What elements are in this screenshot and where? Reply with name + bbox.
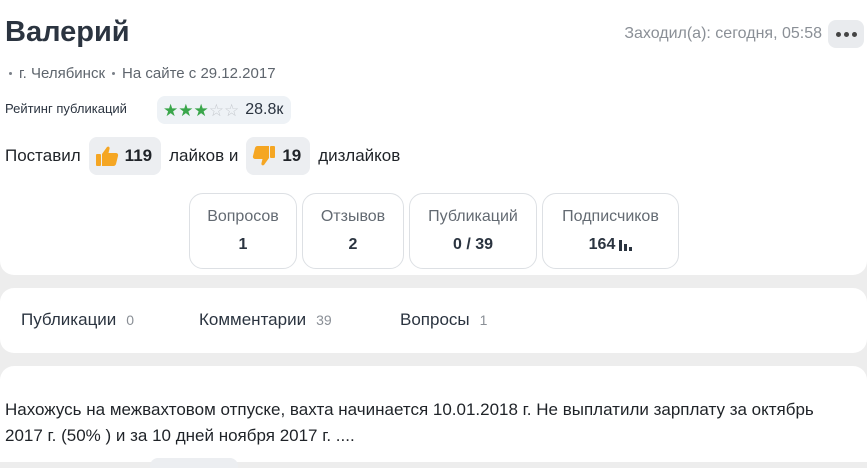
post-tag-chip[interactable]: [150, 458, 238, 468]
stat-value-wrap: 164: [589, 236, 633, 254]
likes-count: 119: [124, 146, 153, 165]
tab-comments[interactable]: Комментарии 39: [199, 310, 332, 330]
profile-stats: Вопросов 1 Отзывов 2 Публикаций 0 / 39 П…: [189, 193, 679, 269]
dislikes-badge[interactable]: 19: [246, 137, 311, 175]
more-dot-icon: [835, 31, 841, 37]
likes-badge[interactable]: 119: [88, 137, 162, 175]
tab-label: Публикации: [21, 310, 117, 329]
bullet-icon: [112, 72, 116, 75]
stat-publications[interactable]: Публикаций 0 / 39: [409, 193, 537, 269]
profile-name: Валерий: [5, 16, 130, 48]
post-card: Нахожусь на межвахтовом отпуске, вахта н…: [0, 366, 867, 468]
rating-stars: ★ ★ ★ ☆ ☆: [163, 102, 239, 119]
likes-middle: лайков и: [169, 146, 239, 165]
profile-tabs: Публикации 0 Комментарии 39 Вопросы 1: [0, 288, 867, 353]
rating-label: Рейтинг публикаций: [5, 101, 127, 116]
stat-value: 164: [588, 236, 616, 253]
city-text: г. Челябинск: [19, 65, 106, 82]
stat-label: Подписчиков: [562, 208, 659, 225]
last-seen-text: Заходил(а): сегодня, 05:58: [624, 25, 822, 42]
thumbs-up-icon: [95, 146, 118, 166]
star-empty-icon: ☆: [224, 100, 240, 120]
stat-subscribers[interactable]: Подписчиков 164: [542, 193, 679, 269]
stat-questions[interactable]: Вопросов 1: [189, 193, 297, 269]
bullet-icon: [9, 72, 12, 75]
stat-label: Отзывов: [320, 208, 386, 225]
profile-meta: г. Челябинск На сайте с 29.12.2017: [9, 65, 276, 82]
rating-value: 28.8к: [245, 101, 284, 118]
more-dot-icon: [843, 31, 849, 37]
tab-label: Комментарии: [199, 310, 307, 329]
thumbs-down-icon: [253, 146, 276, 166]
profile-card: Валерий Заходил(а): сегодня, 05:58 г. Че…: [0, 0, 867, 275]
member-since-text: На сайте с 29.12.2017: [122, 65, 276, 82]
likes-summary: Поставил 119 лайков и 19 дизлайков: [5, 137, 400, 175]
star-empty-icon: ☆: [208, 100, 224, 120]
bar-chart-icon: [619, 240, 633, 251]
stat-label: Публикаций: [428, 208, 518, 225]
tab-count: 0: [126, 312, 135, 328]
tab-publications[interactable]: Публикации 0: [21, 310, 134, 330]
stat-reviews[interactable]: Отзывов 2: [302, 193, 404, 269]
stat-value: 2: [348, 236, 358, 253]
stat-value: 1: [238, 236, 248, 253]
tab-label: Вопросы: [400, 310, 470, 329]
more-options-button[interactable]: [828, 20, 864, 48]
stat-label: Вопросов: [207, 208, 279, 225]
star-filled-icon: ★: [193, 100, 209, 120]
star-filled-icon: ★: [178, 100, 194, 120]
tab-questions[interactable]: Вопросы 1: [400, 310, 487, 330]
star-filled-icon: ★: [163, 100, 179, 120]
rating-badge[interactable]: ★ ★ ★ ☆ ☆ 28.8к: [157, 96, 292, 124]
dislikes-count: 19: [282, 146, 302, 165]
more-dot-icon: [851, 31, 857, 37]
tab-count: 1: [479, 312, 488, 328]
post-text[interactable]: Нахожусь на межвахтовом отпуске, вахта н…: [5, 397, 855, 449]
tab-count: 39: [316, 312, 332, 328]
stat-value: 0 / 39: [452, 236, 494, 253]
likes-prefix: Поставил: [5, 146, 81, 165]
likes-suffix: дизлайков: [318, 146, 401, 165]
